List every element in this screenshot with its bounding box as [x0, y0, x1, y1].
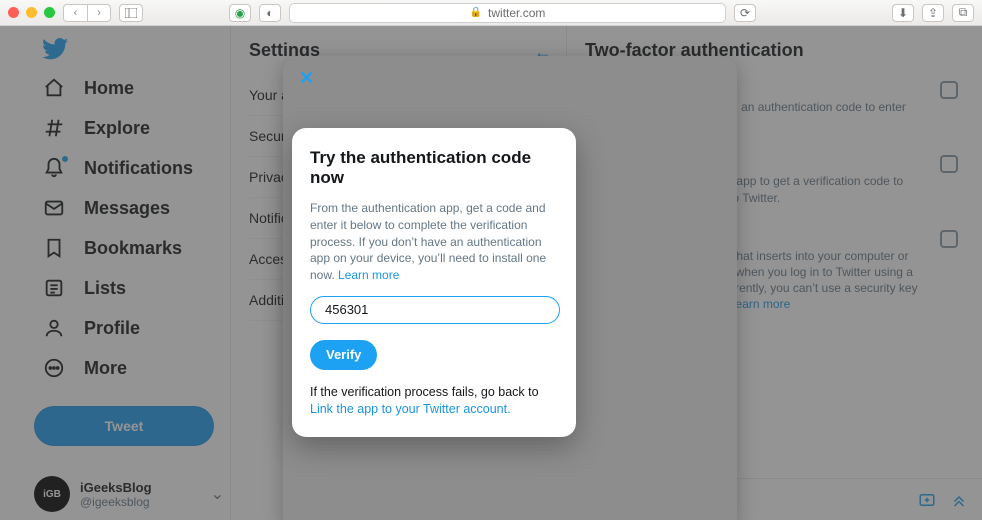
forward-button[interactable]: › — [87, 4, 111, 22]
modal-body: From the authentication app, get a code … — [310, 200, 558, 284]
tabs-button[interactable]: ⧉ — [952, 4, 974, 22]
modal-title: Try the authentication code now — [310, 148, 558, 188]
share-button[interactable]: ⇪ — [922, 4, 944, 22]
url-label: twitter.com — [488, 6, 545, 20]
minimize-window-icon[interactable] — [26, 7, 37, 18]
nav-back-forward: ‹ › — [63, 4, 111, 22]
auth-code-input[interactable] — [310, 296, 560, 324]
lock-icon: 🔒 — [470, 7, 482, 18]
learn-more-link[interactable]: Learn more — [338, 268, 399, 282]
sidebar-toggle-button[interactable] — [119, 4, 143, 22]
reader-button[interactable]: ◐ — [259, 4, 281, 22]
extension-button[interactable]: ◉ — [229, 4, 251, 22]
close-icon[interactable]: ✕ — [299, 68, 314, 89]
reload-button[interactable]: ⟳ — [734, 4, 756, 22]
zoom-window-icon[interactable] — [44, 7, 55, 18]
back-button[interactable]: ‹ — [63, 4, 87, 22]
window-controls — [8, 7, 55, 18]
modal-fallback-text: If the verification process fails, go ba… — [310, 384, 558, 419]
auth-code-modal: Try the authentication code now From the… — [292, 128, 576, 437]
link-app-link[interactable]: Link the app to your Twitter account. — [310, 402, 511, 416]
browser-chrome: ‹ › ◉ ◐ 🔒 twitter.com ⟳ ⬇ ⇪ ⧉ — [0, 0, 982, 26]
verify-button[interactable]: Verify — [310, 340, 377, 370]
address-bar[interactable]: 🔒 twitter.com — [289, 3, 726, 23]
downloads-button[interactable]: ⬇ — [892, 4, 914, 22]
close-window-icon[interactable] — [8, 7, 19, 18]
app: Home Explore Notifications Messages Book… — [0, 26, 982, 520]
